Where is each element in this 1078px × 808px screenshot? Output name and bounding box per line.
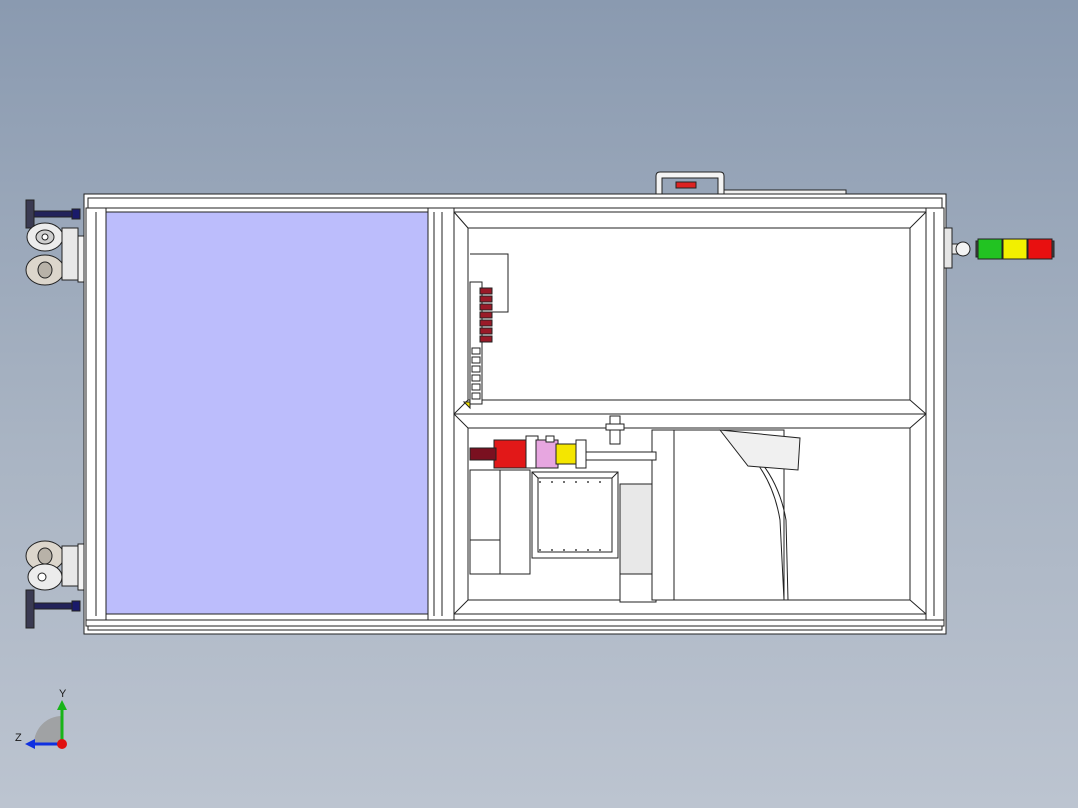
z-axis-label: Z — [15, 732, 22, 744]
motor-vent-dot — [575, 481, 577, 483]
valve-port — [471, 365, 481, 373]
motor-vent-dot — [599, 549, 601, 551]
motor-vent-dot — [575, 549, 577, 551]
motor-vent-dot — [587, 549, 589, 551]
valve-solenoid — [479, 327, 493, 335]
top-handle[interactable] — [655, 171, 847, 195]
valve-solenoid — [479, 319, 493, 327]
valve-port — [471, 356, 481, 364]
valve-port — [471, 347, 481, 355]
motor-vent-dot — [551, 481, 553, 483]
glass-panel[interactable] — [105, 211, 429, 615]
caster-bottom-left[interactable] — [25, 540, 89, 629]
valve-solenoid — [479, 311, 493, 319]
motor-vent-dot — [539, 549, 541, 551]
motor-vent-dot — [563, 549, 565, 551]
lamp-yellow — [1002, 238, 1028, 260]
lamp-red — [1027, 238, 1053, 260]
valve-port — [471, 383, 481, 391]
cad-viewport[interactable]: Y Z — [0, 0, 1078, 808]
motor-vent-dot — [563, 481, 565, 483]
pink-block — [535, 439, 559, 469]
yellow-coupling — [555, 443, 579, 465]
motor-vent-dot — [539, 481, 541, 483]
orientation-triad: Y Z — [15, 688, 67, 749]
valve-solenoid — [479, 303, 493, 311]
valve-port — [471, 374, 481, 382]
motor-vent-dot — [587, 481, 589, 483]
x-axis — [57, 739, 67, 749]
valve-port — [471, 392, 481, 400]
signal-tower[interactable] — [951, 238, 1055, 260]
motor-vent-dot — [599, 481, 601, 483]
motor-vent-dot — [551, 549, 553, 551]
y-axis-label: Y — [59, 688, 67, 700]
side-bracket[interactable] — [943, 227, 953, 269]
valve-solenoid — [479, 295, 493, 303]
valve-solenoid — [479, 287, 493, 295]
lamp-green — [977, 238, 1003, 260]
valve-solenoid — [479, 335, 493, 343]
red-motor — [493, 439, 531, 469]
caster-top-left[interactable] — [25, 199, 89, 286]
